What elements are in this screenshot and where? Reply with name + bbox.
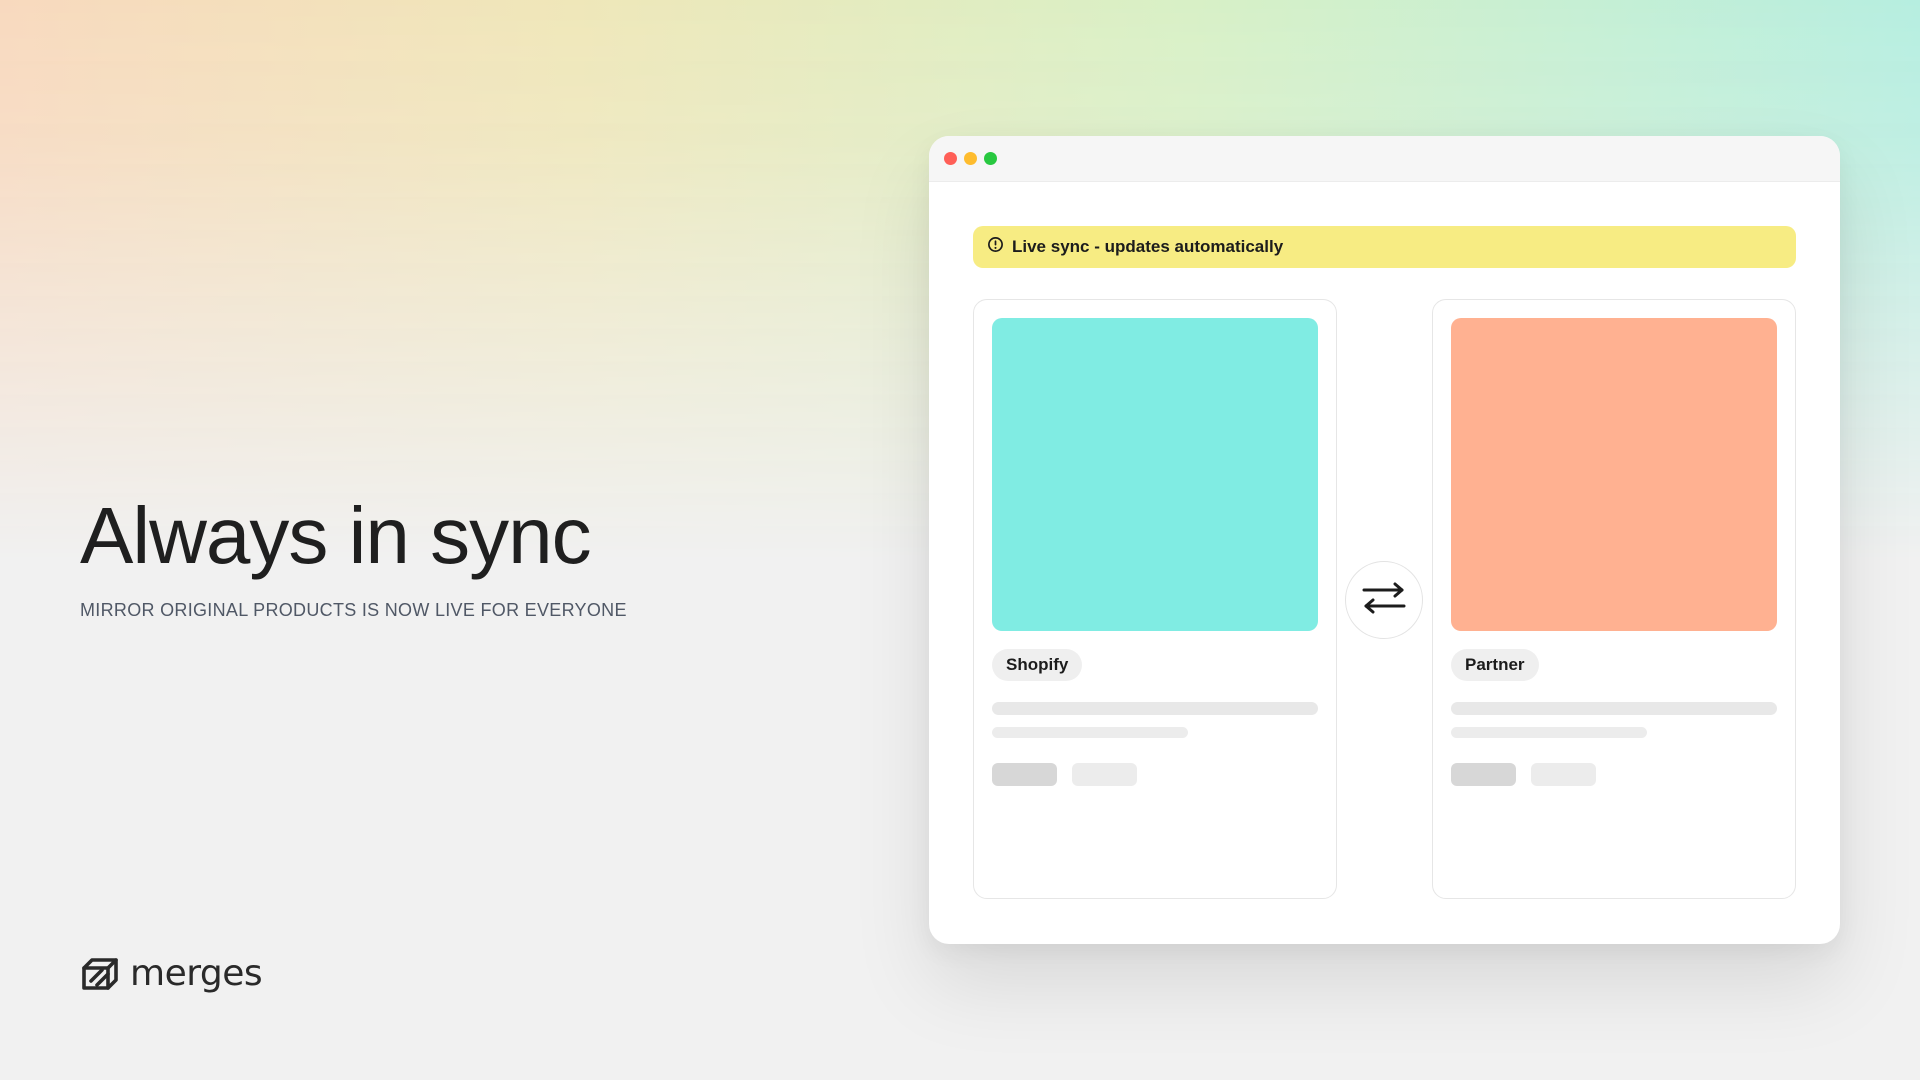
sync-swap-button[interactable] [1345, 561, 1423, 639]
product-card-partner[interactable]: Partner [1432, 299, 1796, 899]
source-tag: Partner [1451, 649, 1539, 681]
chip-placeholder [1451, 763, 1516, 786]
hero-subtitle: MIRROR ORIGINAL PRODUCTS IS NOW LIVE FOR… [80, 600, 627, 620]
subtitle-placeholder [1451, 727, 1647, 738]
swap-arrows-icon [1361, 581, 1407, 620]
title-placeholder [992, 702, 1318, 715]
page: Always in sync MIRROR ORIGINAL PRODUCTS … [0, 0, 1920, 1080]
info-icon [987, 236, 1004, 258]
browser-window: Live sync - updates automatically Shopif… [929, 136, 1840, 944]
banner-text: Live sync - updates automatically [1012, 237, 1284, 256]
minimize-window-button[interactable] [964, 152, 977, 165]
product-image [992, 318, 1318, 631]
chip-placeholder [1531, 763, 1596, 786]
window-titlebar [929, 136, 1840, 182]
live-sync-banner: Live sync - updates automatically [973, 226, 1796, 268]
brand-name: merges [130, 953, 263, 994]
chip-placeholder [992, 763, 1057, 786]
merges-logo-icon [80, 954, 120, 994]
product-card-shopify[interactable]: Shopify [973, 299, 1337, 899]
brand: merges [80, 953, 263, 994]
hero-title: Always in sync [80, 491, 592, 580]
maximize-window-button[interactable] [984, 152, 997, 165]
subtitle-placeholder [992, 727, 1188, 738]
product-image [1451, 318, 1777, 631]
chip-placeholder [1072, 763, 1137, 786]
close-window-button[interactable] [944, 152, 957, 165]
title-placeholder [1451, 702, 1777, 715]
source-tag: Shopify [992, 649, 1083, 681]
